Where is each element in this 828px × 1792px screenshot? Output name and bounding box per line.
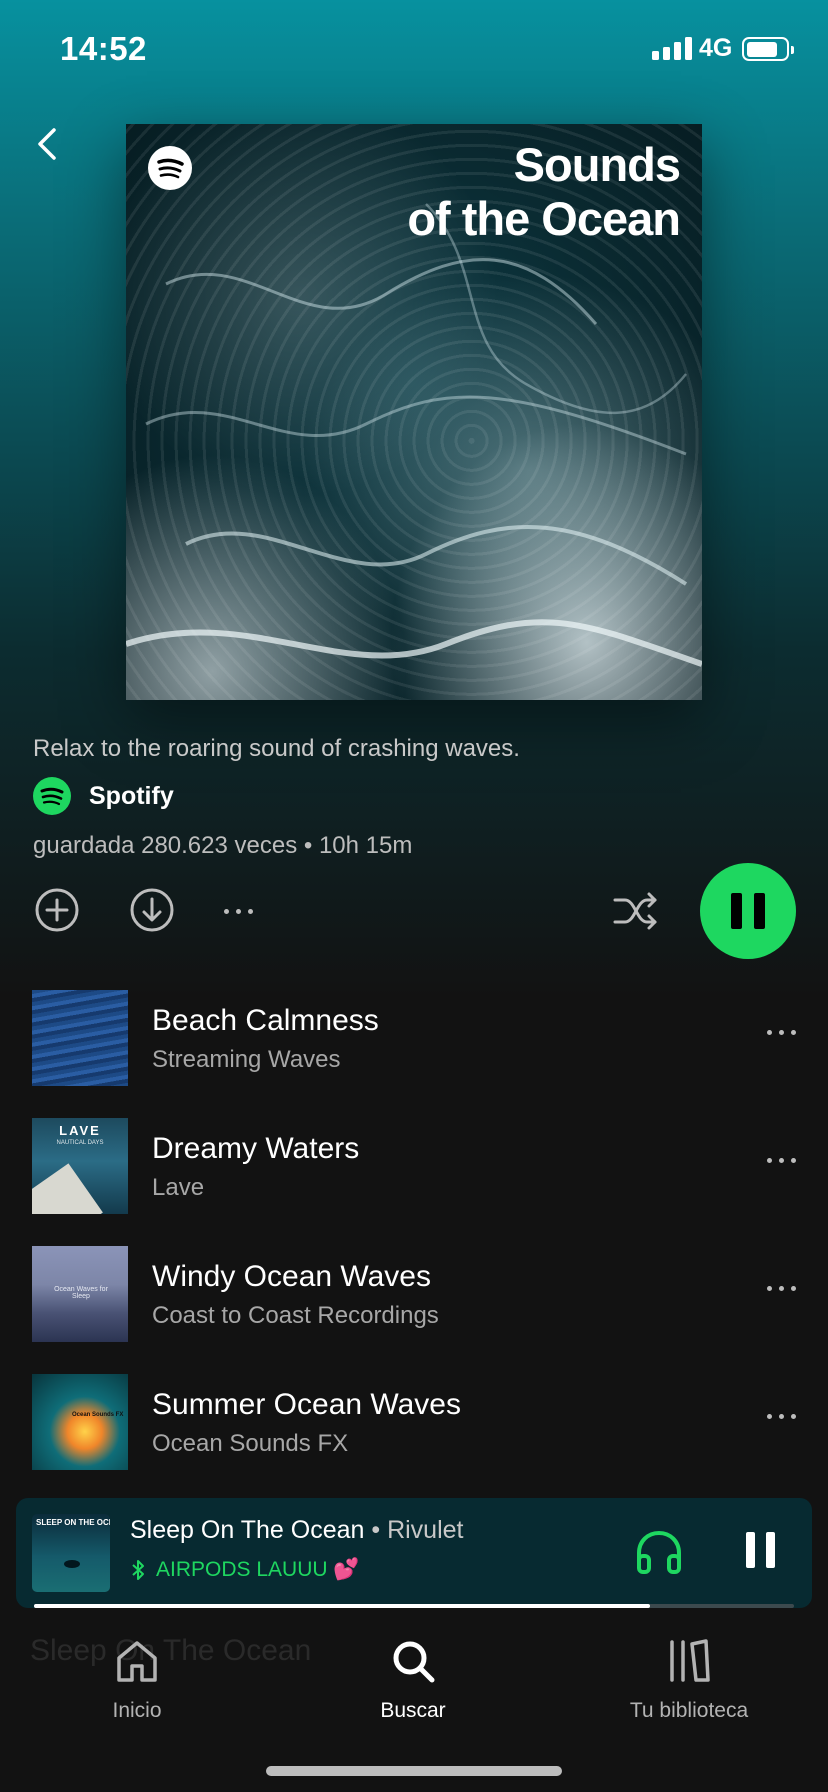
- track-title: Summer Ocean Waves: [152, 1388, 461, 1421]
- plus-circle-icon: [35, 888, 79, 932]
- home-indicator: [266, 1766, 562, 1776]
- track-more-button[interactable]: [767, 1414, 796, 1419]
- download-button[interactable]: [127, 885, 177, 935]
- nav-library[interactable]: Tu biblioteca: [589, 1638, 789, 1723]
- track-artwork: [32, 990, 128, 1086]
- track-more-button[interactable]: [767, 1030, 796, 1035]
- mini-pause-button[interactable]: [740, 1532, 780, 1572]
- more-options-button[interactable]: [224, 897, 264, 925]
- playlist-cover: Sounds of the Ocean: [126, 124, 702, 700]
- devices-button[interactable]: [633, 1526, 685, 1578]
- track-title: Beach Calmness: [152, 1004, 379, 1037]
- playlist-meta: guardada 280.623 veces • 10h 15m: [33, 832, 413, 859]
- now-playing-title: Sleep On The Ocean • Rivulet: [130, 1516, 464, 1544]
- status-time: 14:52: [60, 30, 147, 67]
- connected-device: AIRPODS LAUUU 💕: [130, 1558, 360, 1582]
- playback-progress: [34, 1604, 794, 1608]
- back-button[interactable]: [30, 122, 66, 166]
- owner-name: Spotify: [89, 781, 174, 810]
- bottom-navigation: Sleep On The Ocean Inicio Buscar Tu bibl…: [0, 1612, 828, 1792]
- headphones-icon: [637, 1530, 681, 1574]
- nav-library-label: Tu biblioteca: [629, 1699, 749, 1722]
- track-row[interactable]: Beach Calmness Streaming Waves: [0, 990, 828, 1118]
- signal-icon: [652, 36, 692, 60]
- nav-search-label: Buscar: [380, 1699, 446, 1722]
- pause-icon: [731, 893, 742, 929]
- track-artist: Streaming Waves: [152, 1046, 341, 1073]
- track-artist: Coast to Coast Recordings: [152, 1302, 439, 1329]
- add-to-library-button[interactable]: [32, 885, 82, 935]
- now-playing-artwork: SLEEP ON THE OCEAN: [32, 1514, 110, 1592]
- track-artist: Ocean Sounds FX: [152, 1430, 349, 1457]
- pause-icon: [745, 1532, 755, 1568]
- library-icon: [670, 1639, 710, 1682]
- spotify-logo-icon: [148, 146, 192, 190]
- playlist-description: Relax to the roaring sound of crashing w…: [33, 735, 520, 762]
- track-artwork: LAVE NAUTICAL DAYS: [32, 1118, 128, 1214]
- pause-button[interactable]: [700, 863, 796, 959]
- search-icon: [393, 1641, 435, 1683]
- track-title: Windy Ocean Waves: [152, 1260, 431, 1293]
- track-title: Dreamy Waters: [152, 1132, 360, 1165]
- track-list: Beach Calmness Streaming Waves LAVE NAUT…: [0, 990, 828, 1502]
- playlist-owner[interactable]: Spotify: [33, 776, 174, 816]
- shuffle-button[interactable]: [611, 886, 661, 936]
- track-artwork: Ocean Waves for Sleep: [32, 1246, 128, 1342]
- mini-player[interactable]: SLEEP ON THE OCEAN Sleep On The Ocean • …: [16, 1498, 812, 1608]
- spotify-logo-icon: [33, 777, 71, 815]
- track-artist: Lave: [152, 1174, 205, 1201]
- track-row[interactable]: Ocean Waves for Sleep Windy Ocean Waves …: [0, 1246, 828, 1374]
- home-icon: [117, 1641, 157, 1682]
- status-bar: 14:52 4G: [0, 0, 828, 100]
- track-row[interactable]: LAVE NAUTICAL DAYS Dreamy Waters Lave: [0, 1118, 828, 1246]
- bluetooth-icon: [132, 1560, 144, 1580]
- shuffle-icon: [613, 892, 657, 930]
- track-artwork: Ocean Sounds FX: [32, 1374, 128, 1470]
- battery-icon: [742, 37, 794, 61]
- nav-home-label: Inicio: [112, 1699, 162, 1722]
- network-label: 4G: [699, 34, 733, 62]
- track-more-button[interactable]: [767, 1158, 796, 1163]
- nav-search[interactable]: Buscar: [313, 1638, 513, 1723]
- download-icon: [130, 888, 174, 932]
- track-more-button[interactable]: [767, 1286, 796, 1291]
- chevron-left-icon: [38, 128, 56, 160]
- cover-title: Sounds of the Ocean: [407, 138, 681, 245]
- nav-home[interactable]: Inicio: [37, 1638, 237, 1723]
- track-row[interactable]: Ocean Sounds FX Summer Ocean Waves Ocean…: [0, 1374, 828, 1502]
